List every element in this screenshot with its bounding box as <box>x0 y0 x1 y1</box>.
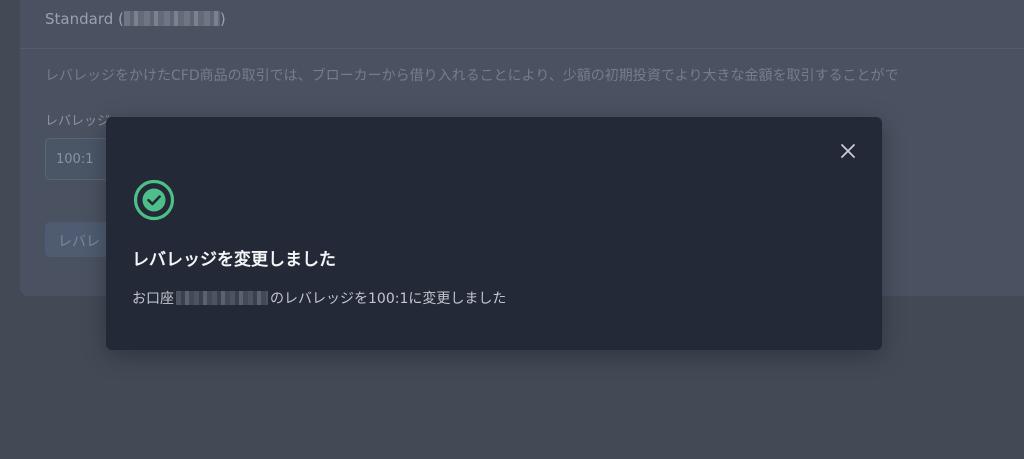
success-modal: レバレッジを変更しました お口座 のレバレッジを100:1に変更しました <box>106 117 882 350</box>
close-button[interactable] <box>838 141 858 161</box>
redacted-account-id <box>123 11 220 26</box>
card-divider <box>20 48 1024 49</box>
account-title-prefix: Standard ( <box>45 10 124 28</box>
modal-message: お口座 のレバレッジを100:1に変更しました <box>132 288 506 308</box>
message-suffix: のレバレッジを100:1に変更しました <box>270 291 507 307</box>
page: Standard () レバレッジをかけたCFD商品の取引では、ブローカーから借… <box>0 0 1024 459</box>
check-circle-icon <box>133 179 175 221</box>
account-title-suffix: ) <box>219 10 226 28</box>
leverage-label: レバレッジ <box>45 114 111 129</box>
close-icon <box>841 144 855 158</box>
leverage-description: レバレッジをかけたCFD商品の取引では、ブローカーから借り入れることにより、少額… <box>45 68 899 84</box>
redacted-account-number <box>176 291 268 305</box>
account-title: Standard () <box>45 10 226 28</box>
modal-title: レバレッジを変更しました <box>132 250 336 270</box>
message-prefix: お口座 <box>132 291 174 307</box>
